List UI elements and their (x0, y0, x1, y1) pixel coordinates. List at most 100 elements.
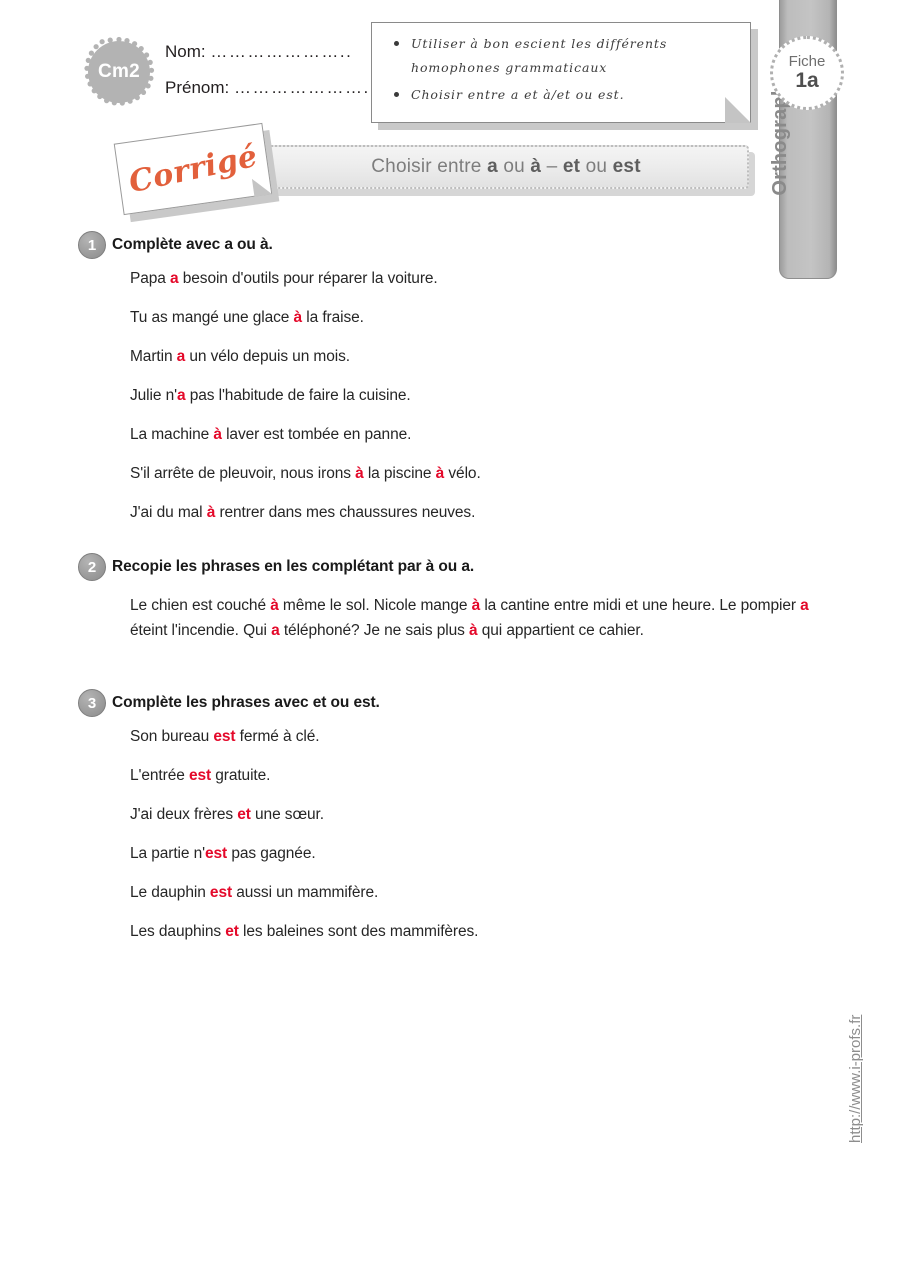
sentence-text: J'ai du mal (130, 504, 207, 521)
title-kw: à (530, 156, 542, 177)
exercise-header: 2 Recopie les phrases en les complétant … (78, 553, 838, 581)
exercise-instruction: Complète les phrases avec et ou est. (112, 694, 380, 711)
answer-line: Les dauphins et les baleines sont des ma… (130, 923, 838, 941)
answer-line: Papa a besoin d'outils pour réparer la v… (130, 270, 838, 288)
level-badge: Cm2 (83, 36, 155, 108)
sentence-text: Martin (130, 348, 177, 365)
sentence-text: même le sol. Nicole mange (278, 597, 472, 614)
answer-word: à (206, 504, 216, 521)
sentence-text: Le chien est couché (130, 597, 271, 614)
title-kw: a (487, 156, 498, 177)
answer-line: J'ai du mal à rentrer dans mes chaussure… (130, 504, 838, 522)
answer-word: et (225, 923, 239, 940)
sentence-text: gratuite. (211, 767, 271, 784)
answer-word: et (237, 806, 251, 823)
exercise-1: 1 Complète avec a ou à. Papa a besoin d'… (78, 231, 838, 543)
sentence-text: fermé à clé. (235, 728, 320, 745)
answer-word: est (188, 767, 212, 784)
title-seg: – (541, 156, 563, 177)
answer-word: est (205, 845, 228, 862)
answer-line: La machine à laver est tombée en panne. (130, 426, 838, 444)
sentence-text: Tu as mangé une glace (130, 309, 294, 326)
answer-word: est (209, 884, 233, 901)
name-label: Nom: (165, 42, 206, 61)
exercise-instruction: Complète avec a ou à. (112, 236, 273, 253)
firstname-label: Prénom: (165, 78, 230, 97)
answer-word: a (176, 387, 186, 404)
title-kw: est (612, 156, 641, 177)
answer-line: L'entrée est gratuite. (130, 767, 838, 785)
title-kw: et (562, 156, 581, 177)
answer-word: à (355, 465, 364, 482)
sentence-text: les baleines sont des mammifères. (238, 923, 479, 940)
sentence-text: la fraise. (302, 309, 364, 326)
fiche-label: Fiche (788, 52, 826, 70)
answer-word: à (435, 465, 445, 482)
objectives-card: Utiliser à bon escient les différents ho… (371, 22, 751, 123)
fiche-badge: Fiche 1a (770, 36, 844, 110)
exercise-number-badge: 2 (78, 553, 106, 581)
firstname-input-line[interactable]: ………………….. (234, 78, 376, 97)
answer-word: est (213, 728, 236, 745)
sentence-text: pas gagnée. (227, 845, 316, 862)
bullet-icon (394, 91, 399, 97)
sentence-text: Son bureau (130, 728, 214, 745)
answer-word: a (176, 348, 186, 365)
sentence-text: qui appartient ce cahier. (477, 622, 644, 640)
sentence-text: laver est tombée en panne. (221, 426, 412, 443)
sentence-text: une sœur. (250, 806, 324, 823)
level-badge-label: Cm2 (97, 61, 141, 82)
exercise-header: 3 Complète les phrases avec et ou est. (78, 689, 838, 717)
sentence-text: éteint l'incendie. Qui (130, 622, 272, 640)
exercise-3: 3 Complète les phrases avec et ou est. S… (78, 689, 838, 962)
exercise-2: 2 Recopie les phrases en les complétant … (78, 553, 838, 643)
answer-word: à (293, 309, 303, 326)
exercise-number-badge: 1 (78, 231, 106, 259)
worksheet-title-bar: Choisir entre a ou à – et ou est (263, 145, 749, 189)
sentence-text: la cantine entre midi et une heure. Le p… (480, 597, 801, 614)
sentence-text: la piscine (363, 465, 436, 482)
answer-line: S'il arrête de pleuvoir, nous irons à la… (130, 465, 838, 483)
answer-word: à (213, 426, 222, 443)
answer-line: Julie n'a pas l'habitude de faire la cui… (130, 387, 838, 405)
folded-corner-icon (251, 176, 273, 197)
sentence-text: vélo. (444, 465, 481, 482)
title-seg: ou (497, 156, 531, 177)
exercise-number-badge: 3 (78, 689, 106, 717)
exercise-1-lines: Papa a besoin d'outils pour réparer la v… (78, 270, 838, 522)
bullet-icon (394, 41, 399, 46)
answer-line: Martin a un vélo depuis un mois. (130, 348, 838, 366)
sentence-text: L'entrée (130, 767, 189, 784)
answer-line: Le dauphin est aussi un mammifère. (130, 884, 838, 902)
answer-line: Tu as mangé une glace à la fraise. (130, 309, 838, 327)
sentence-text: Les dauphins (130, 923, 226, 940)
answer-word: a (170, 270, 179, 287)
sentence-text: Le dauphin (130, 884, 210, 901)
sentence-text: La partie n' (130, 845, 206, 862)
answer-line: La partie n'est pas gagnée. (130, 845, 838, 863)
objective-text: Utiliser à bon escient les différents ho… (411, 36, 668, 76)
sentence-text: aussi un mammifère. (232, 884, 379, 901)
answer-word: a (800, 597, 809, 614)
answer-line: Son bureau est fermé à clé. (130, 728, 838, 746)
student-name-block: Nom: ………………….. Prénom: ………………….. (165, 42, 375, 114)
exercise-2-paragraph: Le chien est couché à même le sol. Nicol… (78, 593, 822, 643)
objectives-box: Utiliser à bon escient les différents ho… (371, 22, 758, 130)
objective-item: Utiliser à bon escient les différents ho… (386, 32, 736, 81)
sentence-text: J'ai deux frères (130, 806, 238, 823)
name-input-line[interactable]: ………………….. (210, 42, 352, 61)
page-title: Choisir entre a ou à – et ou est (371, 156, 640, 178)
answer-word: à (270, 597, 279, 614)
sentence-text: un vélo depuis un mois. (185, 348, 350, 365)
answer-line: J'ai deux frères et une sœur. (130, 806, 838, 824)
firstname-field-row[interactable]: Prénom: ………………….. (165, 78, 375, 98)
sentence-text: rentrer dans mes chaussures neuves. (215, 504, 476, 521)
sentence-text: La machine (130, 426, 214, 443)
exercise-header: 1 Complète avec a ou à. (78, 231, 838, 259)
objective-item: Choisir entre a et à/et ou est. (386, 83, 736, 107)
corrige-stamp: Corrigé (113, 122, 280, 223)
name-field-row[interactable]: Nom: ………………….. (165, 42, 375, 62)
title-seg: Choisir entre (371, 156, 488, 177)
source-url-link[interactable]: http://www.i-profs.fr (847, 933, 869, 1143)
answer-word: à (471, 597, 481, 614)
